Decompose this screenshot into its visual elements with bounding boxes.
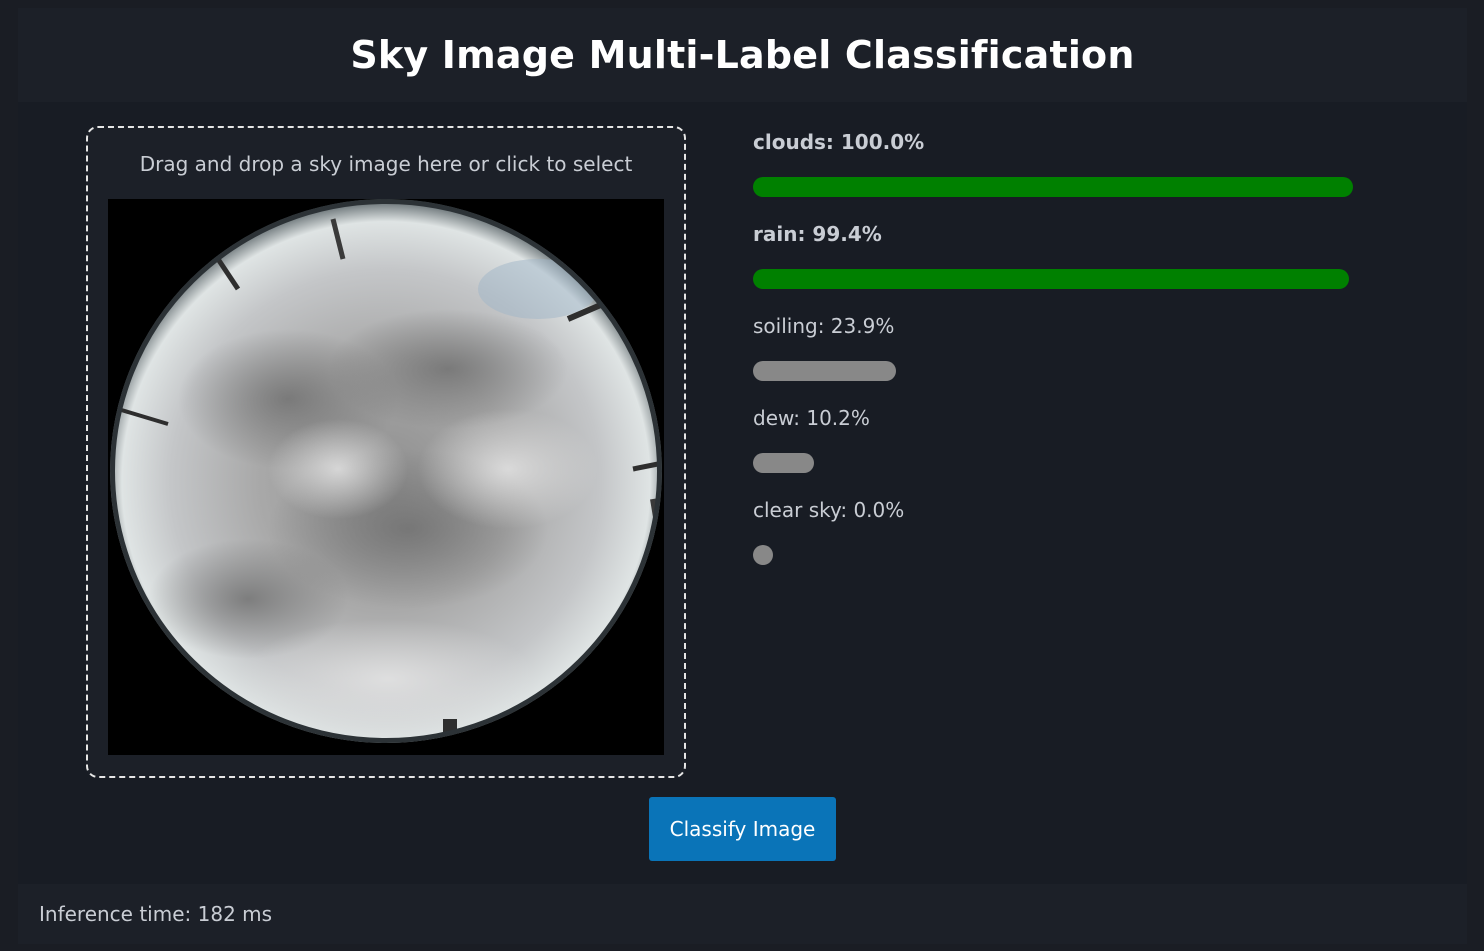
image-dropzone[interactable]: Drag and drop a sky image here or click … (86, 126, 686, 778)
result-label: clouds: 100.0% (753, 130, 925, 154)
confidence-bar (753, 453, 814, 473)
result-label: rain: 99.4% (753, 222, 882, 246)
sky-image-preview (108, 199, 664, 755)
result-row: clear sky: 0.0% (753, 494, 1393, 586)
status-footer: Inference time: 182 ms (18, 884, 1467, 944)
page-title: Sky Image Multi-Label Classification (350, 33, 1135, 77)
result-label: dew: 10.2% (753, 406, 870, 430)
result-label: soiling: 23.9% (753, 314, 895, 338)
results-panel: clouds: 100.0% rain: 99.4% soiling: 23.9% d… (753, 126, 1393, 586)
confidence-bar (753, 269, 1349, 289)
page-header: Sky Image Multi-Label Classification (18, 8, 1467, 102)
result-row: soiling: 23.9% (753, 310, 1393, 402)
sky-image (108, 199, 664, 755)
inference-time: Inference time: 182 ms (39, 902, 273, 926)
classify-button[interactable]: Classify Image (649, 797, 836, 861)
dropzone-prompt: Drag and drop a sky image here or click … (139, 152, 633, 176)
confidence-bar (753, 177, 1353, 197)
result-row: rain: 99.4% (753, 218, 1393, 310)
result-row: clouds: 100.0% (753, 126, 1393, 218)
confidence-bar (753, 361, 896, 381)
confidence-bar (753, 545, 773, 565)
result-label: clear sky: 0.0% (753, 498, 905, 522)
app-container: Sky Image Multi-Label Classification Dra… (18, 8, 1467, 944)
result-row: dew: 10.2% (753, 402, 1393, 494)
